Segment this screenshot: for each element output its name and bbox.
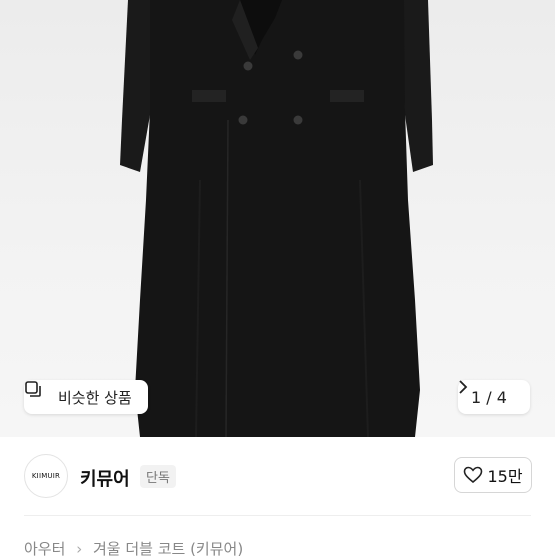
shop-row: KIIMUIR 키뮤어 단독 15만 bbox=[0, 437, 555, 515]
breadcrumb-subcategory[interactable]: 겨울 더블 코트 (키뮤어) bbox=[93, 540, 243, 558]
similar-items-button[interactable]: 비슷한 상품 bbox=[24, 380, 148, 414]
similar-items-icon bbox=[25, 381, 52, 406]
coat-photo bbox=[120, 0, 433, 437]
like-count: 15만 bbox=[487, 467, 523, 486]
similar-items-label: 비슷한 상품 bbox=[58, 388, 132, 407]
exclusive-badge: 단독 bbox=[140, 465, 176, 488]
heart-outline-icon bbox=[463, 466, 483, 484]
shop-logo-text: KIIMUIR bbox=[31, 472, 61, 480]
shop-name[interactable]: 키뮤어 bbox=[80, 465, 130, 491]
shop-logo[interactable]: KIIMUIR bbox=[24, 454, 68, 498]
breadcrumb: 아우터 › 겨울 더블 코트 (키뮤어) bbox=[24, 538, 243, 559]
divider bbox=[24, 515, 531, 516]
image-pager[interactable]: 1 / 4 bbox=[458, 380, 530, 414]
breadcrumb-separator-icon: › bbox=[76, 540, 83, 558]
pager-count: 1 / 4 bbox=[471, 387, 507, 407]
product-image[interactable]: 비슷한 상품 1 / 4 bbox=[0, 0, 555, 437]
breadcrumb-category[interactable]: 아우터 bbox=[24, 540, 65, 558]
like-button[interactable]: 15만 bbox=[454, 457, 532, 493]
